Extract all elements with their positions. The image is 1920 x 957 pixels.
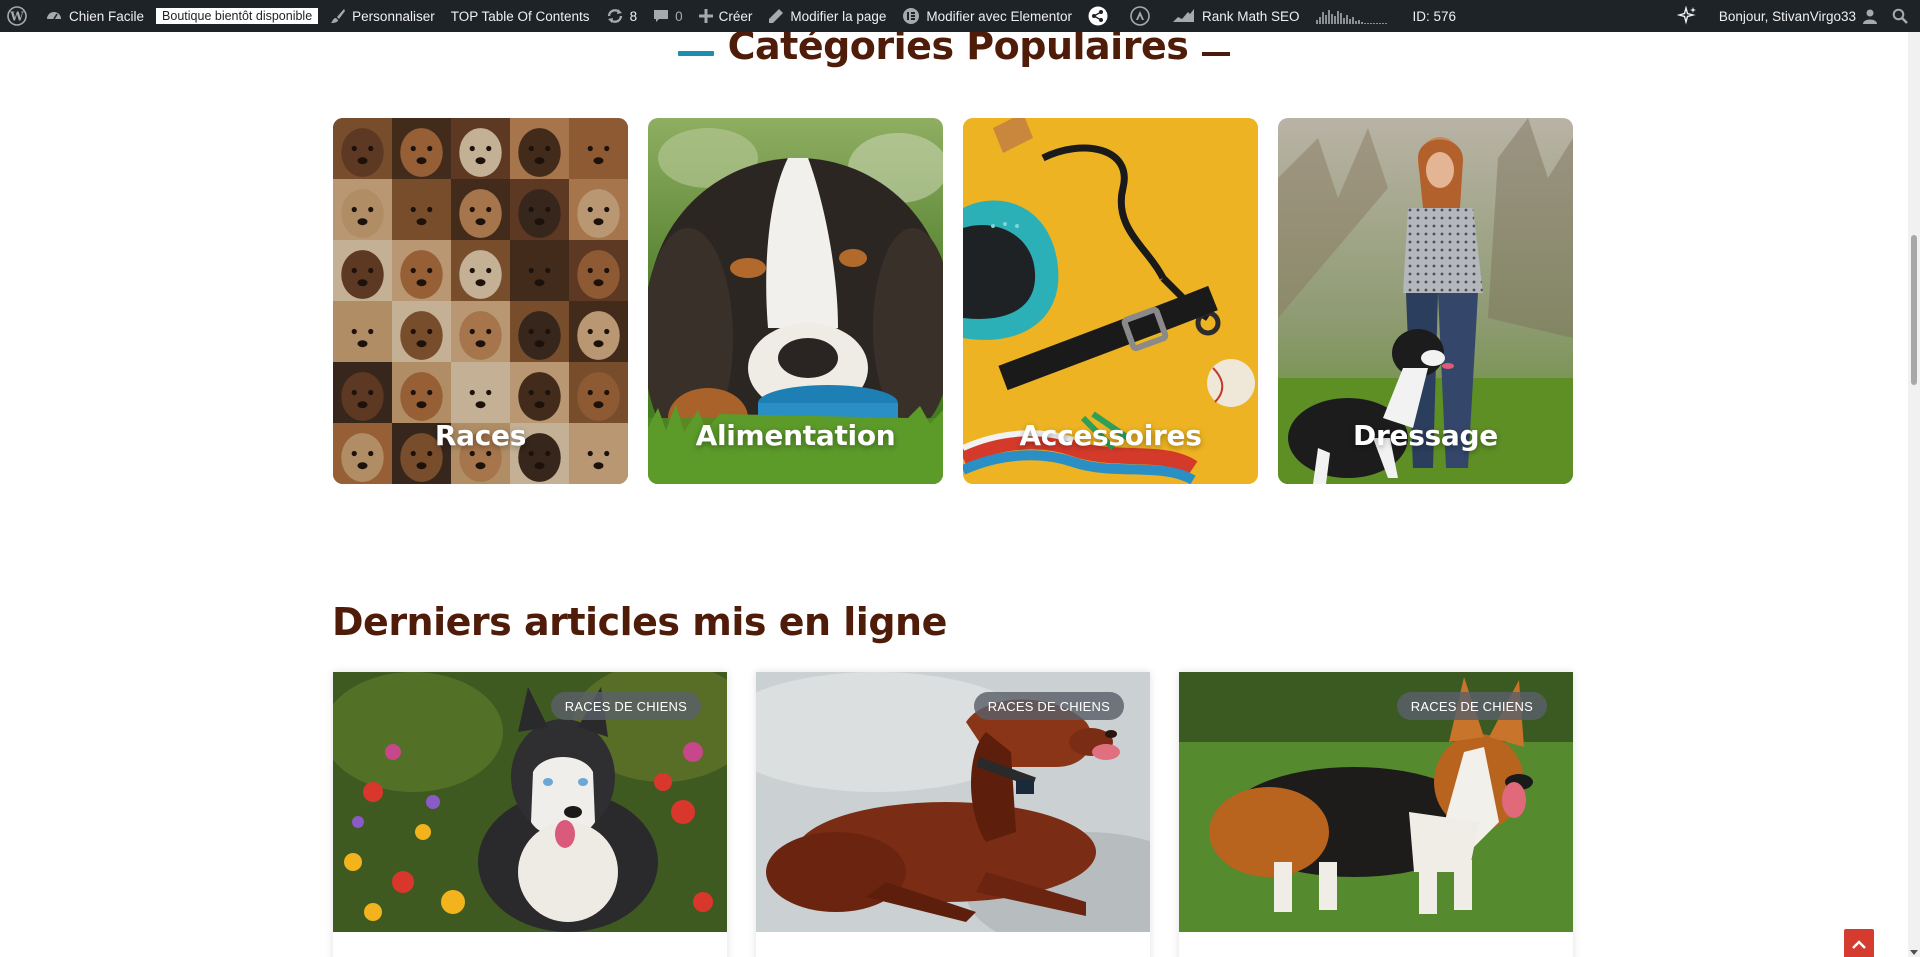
brush-icon — [331, 9, 346, 23]
page-id: ID: 576 — [1405, 0, 1465, 32]
edit-elementor-link[interactable]: Modifier avec Elementor — [894, 0, 1080, 32]
page-scrollbar[interactable] — [1908, 32, 1920, 957]
updates-count: 8 — [629, 8, 638, 24]
traffic-sparkline[interactable] — [1315, 8, 1387, 24]
page-content: Catégories Populaires Races Alimentation… — [0, 32, 1908, 957]
edit-page-link[interactable]: Modifier la page — [760, 0, 894, 32]
wordpress-menu[interactable]: W — [0, 0, 37, 32]
back-to-top-button[interactable] — [1844, 929, 1874, 957]
category-card-races[interactable]: Races — [333, 118, 628, 484]
rank-math-icon — [1172, 9, 1194, 22]
astra-link[interactable] — [1116, 0, 1158, 32]
post-category-tag[interactable]: RACES DE CHIENS — [550, 692, 701, 720]
ai-assistant-link[interactable] — [1669, 0, 1705, 32]
admin-bar: W Chien Facile Boutique bientôt disponib… — [0, 0, 1920, 32]
ai-sparkle-icon — [1676, 6, 1696, 25]
comment-icon — [654, 10, 669, 22]
site-name-link[interactable]: Chien Facile — [37, 0, 152, 32]
scrollbar-thumb[interactable] — [1911, 235, 1917, 385]
toc-link[interactable]: TOP Table Of Contents — [443, 0, 598, 32]
create-label: Créer — [718, 8, 753, 24]
latest-articles-title: Derniers articles mis en ligne — [332, 600, 947, 644]
categories-title: Catégories Populaires — [727, 32, 1189, 68]
dashboard-icon — [47, 12, 61, 20]
title-accent-left — [677, 50, 714, 56]
category-card-accessoires[interactable]: Accessoires — [963, 118, 1258, 484]
updates-icon — [607, 9, 622, 23]
elementor-icon — [903, 8, 920, 24]
page-id-label: ID: 576 — [1412, 8, 1457, 24]
comments-link[interactable]: 0 — [645, 0, 691, 32]
rank-math-label: Rank Math SEO — [1201, 8, 1300, 24]
post-card[interactable]: RACES DE CHIENS — [756, 672, 1150, 957]
svg-text:W: W — [9, 10, 24, 24]
edit-elementor-label: Modifier avec Elementor — [926, 8, 1072, 24]
category-label-dressage: Dressage — [1353, 419, 1498, 452]
toc-label: TOP Table Of Contents — [450, 8, 590, 24]
my-account-link[interactable]: Bonjour, StivanVirgo33 — [1705, 0, 1886, 32]
post-card[interactable]: RACES DE CHIENS — [333, 672, 727, 957]
post-category-tag[interactable]: RACES DE CHIENS — [1396, 692, 1547, 720]
user-icon — [1863, 9, 1877, 24]
title-accent-right — [1202, 52, 1231, 56]
post-card[interactable]: RACES DE CHIENS — [1179, 672, 1573, 957]
categories-heading: Catégories Populaires — [0, 32, 1908, 70]
post-category-tag[interactable]: RACES DE CHIENS — [973, 692, 1124, 720]
category-label-alimentation: Alimentation — [695, 419, 896, 452]
category-card-dressage[interactable]: Dressage — [1278, 118, 1573, 484]
arrow-up-icon — [1852, 940, 1866, 949]
comments-count: 0 — [675, 8, 683, 24]
edit-page-label: Modifier la page — [790, 8, 887, 24]
scroll-down-arrow[interactable] — [1910, 950, 1918, 955]
plus-icon — [698, 9, 713, 23]
category-card-alimentation[interactable]: Alimentation — [648, 118, 943, 484]
search-icon — [1892, 8, 1908, 24]
category-label-accessoires: Accessoires — [1019, 419, 1202, 452]
customize-label: Personnaliser — [352, 8, 435, 24]
site-name: Chien Facile — [69, 8, 145, 24]
category-label-races: Races — [434, 419, 527, 452]
share-icon — [1088, 6, 1108, 26]
updates-link[interactable]: 8 — [598, 0, 646, 32]
customize-link[interactable]: Personnaliser — [322, 0, 443, 32]
wordpress-icon: W — [7, 6, 27, 26]
pencil-icon — [769, 9, 784, 23]
admin-search[interactable] — [1886, 0, 1920, 32]
store-notice[interactable]: Boutique bientôt disponible — [152, 0, 322, 32]
share-link[interactable] — [1080, 0, 1116, 32]
astra-icon — [1130, 6, 1150, 26]
store-badge: Boutique bientôt disponible — [156, 8, 319, 24]
greeting-label: Bonjour, StivanVirgo33 — [1718, 8, 1856, 24]
rank-math-link[interactable]: Rank Math SEO — [1158, 0, 1308, 32]
create-new-link[interactable]: Créer — [691, 0, 761, 32]
